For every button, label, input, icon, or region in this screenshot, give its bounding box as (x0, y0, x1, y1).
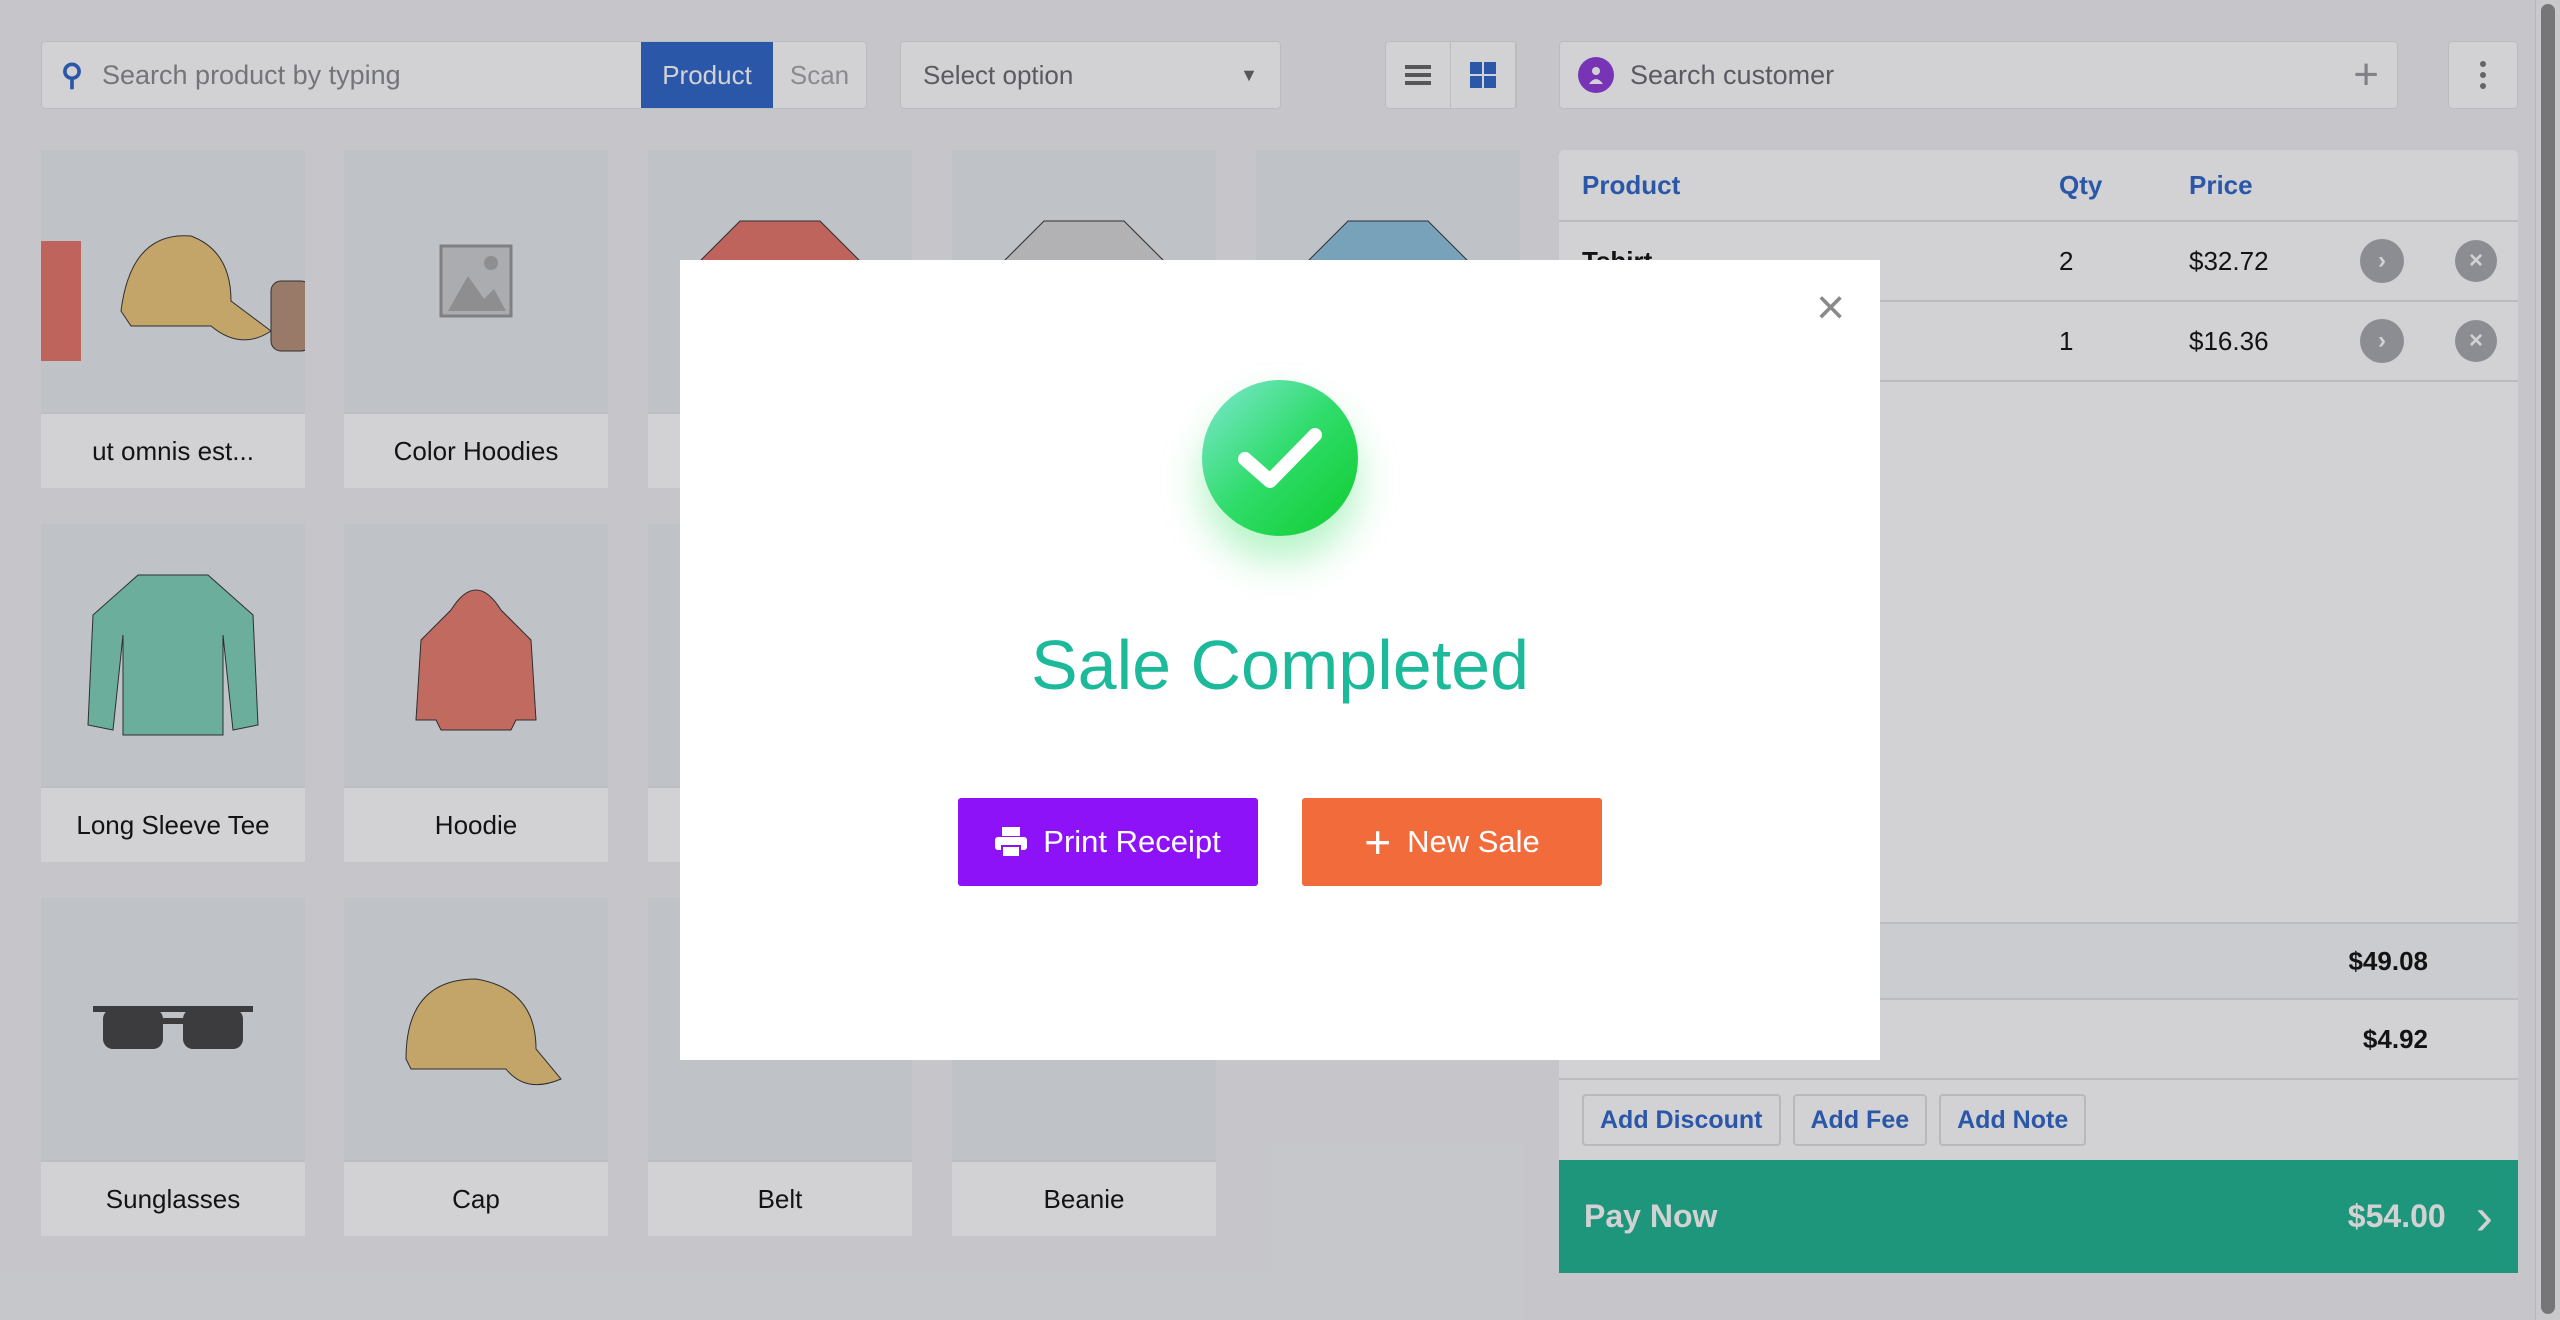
print-receipt-button[interactable]: Print Receipt (958, 798, 1258, 886)
print-receipt-label: Print Receipt (1043, 824, 1221, 859)
plus-icon: + (1364, 816, 1392, 868)
new-sale-button[interactable]: + New Sale (1302, 798, 1602, 886)
printer-icon (995, 827, 1028, 857)
success-check-icon (1202, 380, 1358, 536)
close-icon[interactable]: × (1816, 282, 1845, 332)
new-sale-label: New Sale (1407, 824, 1540, 859)
modal-title: Sale Completed (1030, 626, 1530, 704)
sale-completed-modal: × Sale Completed Print Receipt + New Sal… (680, 260, 1880, 1060)
